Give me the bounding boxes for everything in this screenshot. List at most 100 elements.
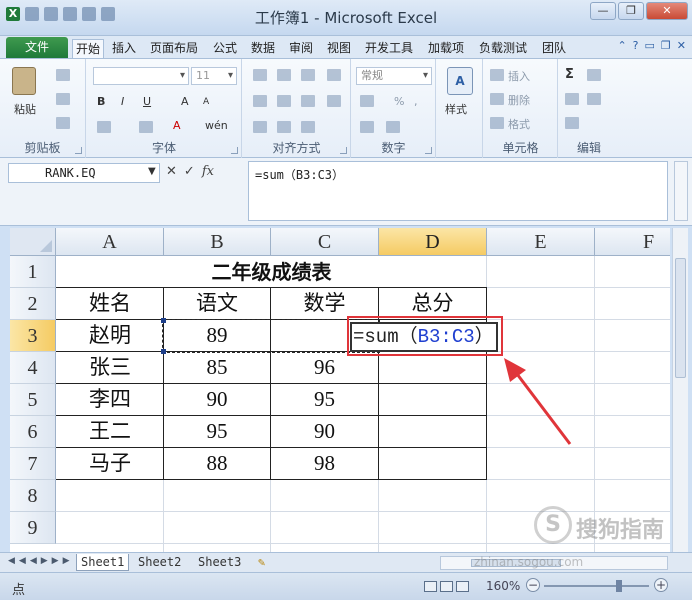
- align-top-icon[interactable]: [253, 69, 267, 81]
- zoom-out-icon[interactable]: −: [526, 578, 540, 592]
- accounting-format-icon[interactable]: [360, 95, 374, 107]
- increase-indent-icon[interactable]: [277, 121, 291, 133]
- number-launcher-icon[interactable]: [425, 147, 432, 154]
- font-size-combo[interactable]: 11: [191, 67, 237, 85]
- align-left-icon[interactable]: [253, 95, 267, 107]
- sheet-tab-sheet1[interactable]: Sheet1: [76, 554, 130, 571]
- wrap-text-icon[interactable]: [327, 69, 341, 81]
- decrease-indent-icon[interactable]: [253, 121, 267, 133]
- sheet-tab-sheet3[interactable]: Sheet3: [194, 554, 245, 571]
- insert-function-icon[interactable]: fx: [202, 164, 214, 179]
- number-format-combo[interactable]: 常规: [356, 67, 432, 85]
- range-handle[interactable]: [161, 349, 166, 354]
- doc-close-icon[interactable]: ✕: [677, 39, 686, 52]
- enter-icon[interactable]: ✓: [184, 164, 195, 179]
- row-header-9[interactable]: 9: [10, 512, 56, 544]
- copy-icon[interactable]: [56, 93, 70, 105]
- normal-view-icon[interactable]: [424, 581, 437, 592]
- range-handle[interactable]: [161, 318, 166, 323]
- row-header-1[interactable]: 1: [10, 256, 56, 288]
- tab-home[interactable]: 开始: [72, 39, 104, 58]
- align-middle-icon[interactable]: [277, 69, 291, 81]
- name-box[interactable]: RANK.EQ: [8, 163, 160, 183]
- select-all-corner[interactable]: [10, 228, 56, 256]
- cancel-icon[interactable]: ✕: [166, 164, 177, 179]
- merge-center-icon[interactable]: [327, 95, 341, 107]
- row-header-2[interactable]: 2: [10, 288, 56, 320]
- zoom-slider[interactable]: [544, 580, 649, 592]
- row-header-6[interactable]: 6: [10, 416, 56, 448]
- align-bottom-icon[interactable]: [301, 69, 315, 81]
- tab-team[interactable]: 团队: [542, 39, 566, 58]
- sheet-nav-arrows-icon[interactable]: ◀◀◀▶▶▶: [8, 556, 74, 566]
- column-header-b[interactable]: B: [164, 228, 271, 256]
- zoom-slider-knob[interactable]: [616, 580, 622, 592]
- paste-icon[interactable]: [12, 67, 36, 95]
- orientation-icon[interactable]: [301, 121, 315, 133]
- doc-restore-icon[interactable]: ❐: [661, 39, 671, 52]
- autosum-button[interactable]: Σ: [565, 67, 574, 82]
- help-icon[interactable]: ?: [633, 39, 639, 52]
- minimize-button[interactable]: —: [590, 2, 616, 20]
- underline-button[interactable]: U: [143, 95, 151, 108]
- column-header-f[interactable]: F: [595, 228, 670, 256]
- font-name-combo[interactable]: [93, 67, 189, 85]
- cell-name[interactable]: 赵明: [57, 320, 163, 351]
- font-color-button[interactable]: A: [173, 119, 181, 132]
- zoom-level[interactable]: 160%: [486, 579, 520, 593]
- cell-name[interactable]: 张三: [57, 352, 163, 383]
- tab-data[interactable]: 数据: [251, 39, 275, 58]
- bold-button[interactable]: B: [97, 95, 105, 108]
- phonetic-button[interactable]: wén: [205, 119, 228, 132]
- tab-addins[interactable]: 加载项: [428, 39, 464, 58]
- cell-chinese[interactable]: 90: [164, 384, 270, 415]
- italic-button[interactable]: I: [121, 95, 124, 108]
- insert-cells-icon[interactable]: [490, 69, 504, 81]
- grow-font-button[interactable]: A: [181, 95, 189, 108]
- column-header-e[interactable]: E: [487, 228, 595, 256]
- paste-button[interactable]: 粘贴: [14, 101, 36, 117]
- close-button[interactable]: ✕: [646, 2, 688, 20]
- tab-developer[interactable]: 开发工具: [365, 39, 413, 58]
- sort-filter-icon[interactable]: [587, 69, 601, 81]
- column-header-d[interactable]: D: [379, 228, 487, 256]
- align-center-icon[interactable]: [277, 95, 291, 107]
- fill-icon[interactable]: [565, 93, 579, 105]
- styles-button[interactable]: 样式: [445, 101, 467, 117]
- row-header-5[interactable]: 5: [10, 384, 56, 416]
- clipboard-launcher-icon[interactable]: [75, 147, 82, 154]
- minimize-ribbon-icon[interactable]: ⌃: [617, 39, 626, 52]
- zoom-in-icon[interactable]: +: [654, 578, 668, 592]
- cell-chinese[interactable]: 85: [164, 352, 270, 383]
- row-header-8[interactable]: 8: [10, 480, 56, 512]
- header-name[interactable]: 姓名: [57, 288, 163, 319]
- cell-math[interactable]: 95: [271, 384, 378, 415]
- row-header-7[interactable]: 7: [10, 448, 56, 480]
- cell-math[interactable]: 90: [271, 416, 378, 447]
- row-header-4[interactable]: 4: [10, 352, 56, 384]
- page-layout-view-icon[interactable]: [440, 581, 453, 592]
- tab-insert[interactable]: 插入: [112, 39, 136, 58]
- restore-button[interactable]: ❐: [618, 2, 644, 20]
- page-break-view-icon[interactable]: [456, 581, 469, 592]
- tab-page-layout[interactable]: 页面布局: [150, 39, 198, 58]
- fill-color-icon[interactable]: [139, 121, 153, 133]
- cell-name[interactable]: 马子: [57, 448, 163, 479]
- tab-file[interactable]: 文件: [6, 37, 68, 58]
- vertical-scrollbar[interactable]: [672, 228, 688, 552]
- doc-minimize-icon[interactable]: ▭: [645, 39, 655, 52]
- comma-style-button[interactable]: ,: [414, 95, 418, 108]
- vertical-scroll-thumb[interactable]: [675, 258, 686, 378]
- header-math[interactable]: 数学: [271, 288, 378, 319]
- find-select-icon[interactable]: [587, 93, 601, 105]
- formula-input[interactable]: =sum（B3:C3）: [248, 161, 668, 221]
- font-launcher-icon[interactable]: [231, 147, 238, 154]
- name-box-dropdown-icon[interactable]: ▼: [148, 166, 156, 177]
- cell-chinese[interactable]: 88: [164, 448, 270, 479]
- cell-math[interactable]: 98: [271, 448, 378, 479]
- increase-decimal-icon[interactable]: [360, 121, 374, 133]
- delete-cells-icon[interactable]: [490, 93, 504, 105]
- row-header-3[interactable]: 3: [10, 320, 56, 352]
- format-painter-icon[interactable]: [56, 117, 70, 129]
- worksheet-grid[interactable]: A B C D E F 1 2 3 4 5 6 7 8 9 二年级成绩表 姓名 …: [10, 228, 670, 552]
